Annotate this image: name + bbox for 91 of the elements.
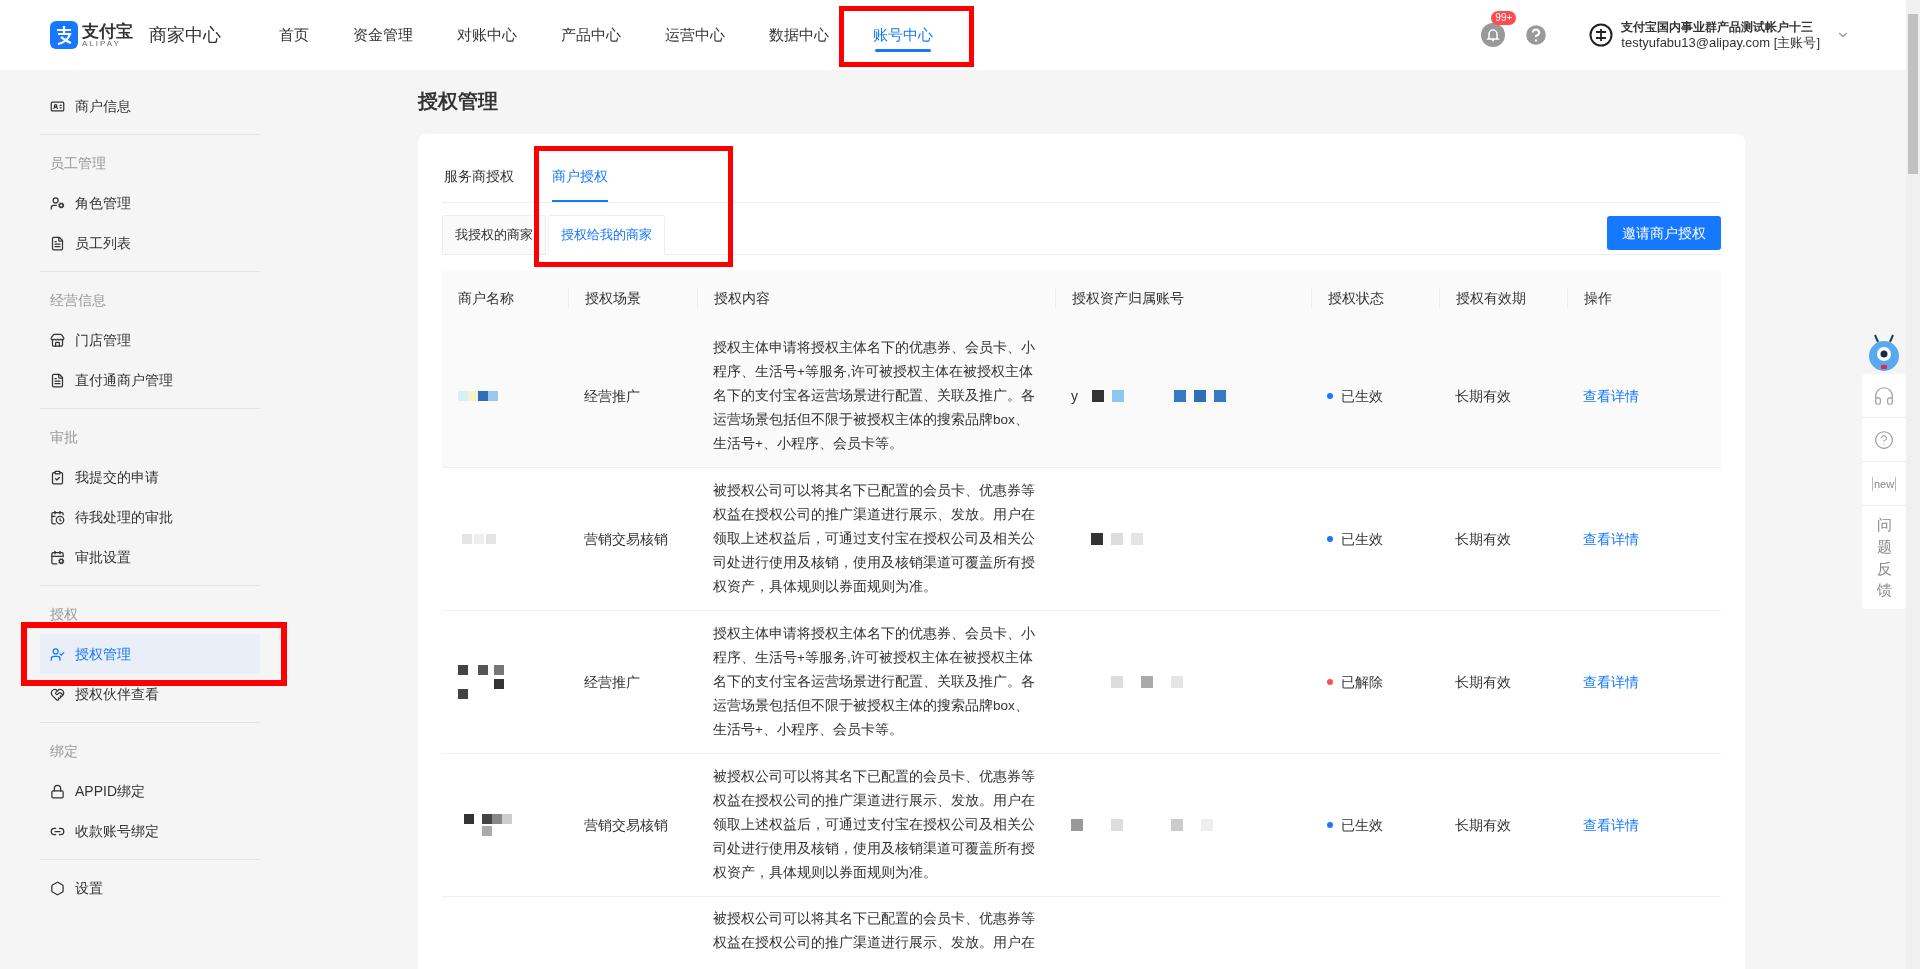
feedback-button[interactable]: 问题反馈 [1876, 506, 1892, 609]
status-text: 已生效 [1341, 529, 1383, 549]
nav-tab[interactable]: 账号中心 [873, 0, 933, 70]
nav-tab[interactable]: 首页 [279, 0, 309, 70]
menu-icon [50, 372, 65, 388]
table-cell-text: 被授权公司可以将其名下已配置的会员卡、优惠券等权益在授权公司的推广渠道进行展示、发放。用户在领取上述权益后，可通过支付宝在授权公司及相关公司处进行使用及核销，使用及核销渠道可覆盖所有授权资产，具体规则以券面规则为准。 [713, 482, 1036, 596]
nav-tab[interactable]: 产品中心 [561, 0, 621, 70]
account-name: 支付宝国内事业群产品测试帐户十三 [1621, 19, 1815, 35]
table-cell-text: 授权主体申请将授权主体名下的优惠券、会员卡、小程序、生活号+等服务,许可被授权主体在被授权主体名下的支付宝各运营场景进行配置、关联及推广。各运营场景包括但不限于被授权主体的搜索品牌box、生活号+、小程序、会员卡等。 [713, 625, 1036, 739]
status-text: 已生效 [1341, 386, 1383, 406]
column-header: 授权状态 [1328, 289, 1384, 306]
help-icon[interactable] [1874, 429, 1894, 450]
sidebar-item[interactable]: 设置 [40, 868, 260, 908]
invite-button[interactable]: 邀请商户授权 [1607, 216, 1721, 250]
table-cell: 长期有效 [1455, 673, 1511, 690]
table-cell: 经营推广 [584, 673, 640, 690]
table-cell: 营销交易核销 [584, 530, 668, 547]
sidebar-section-title: 审批 [49, 427, 79, 447]
tab[interactable]: 商户授权 [552, 150, 608, 202]
sidebar-item[interactable]: 收款账号绑定 [40, 811, 260, 851]
sub-tab[interactable]: 授权给我的商家 [548, 215, 665, 255]
nav-tab[interactable]: 资金管理 [353, 0, 413, 70]
table-cell: 长期有效 [1455, 816, 1511, 833]
table-cell-text: 被授权公司可以将其名下已配置的会员卡、优惠券等权益在授权公司的推广渠道进行展示、发放。用户在 [713, 910, 1036, 952]
sidebar-section-title: 授权 [49, 604, 79, 624]
menu-icon [50, 469, 65, 485]
column-header: 授权有效期 [1456, 289, 1526, 306]
nav-tab[interactable]: 对账中心 [457, 0, 517, 70]
table-cell: 营销交易核销 [584, 816, 668, 833]
pixelated-name [458, 391, 498, 401]
new-features-button[interactable]: new [1871, 476, 1897, 491]
tab[interactable]: 服务商授权 [444, 150, 514, 202]
pixelated-account [1111, 676, 1183, 688]
column-header: 商户名称 [458, 289, 514, 306]
sidebar-item[interactable]: 员工列表 [40, 223, 260, 263]
mascot-icon [1866, 334, 1902, 374]
logo-icon [50, 21, 78, 49]
column-header: 授权场景 [585, 289, 641, 306]
status-text: 已生效 [1341, 815, 1383, 835]
notification-badge: 99+ [1491, 11, 1517, 25]
menu-icon [50, 646, 65, 662]
column-header: 操作 [1584, 289, 1612, 306]
app-title: 商家中心 [149, 23, 221, 47]
pixelated-name [458, 665, 504, 699]
column-header: 授权资产归属账号 [1072, 289, 1184, 306]
avatar-icon [1589, 23, 1614, 47]
menu-icon [50, 880, 65, 896]
account-email: testyufabu13@alipay.com [主账号] [1621, 35, 1820, 51]
sidebar-item[interactable]: 我提交的申请 [40, 457, 260, 497]
support-icon[interactable] [1873, 384, 1895, 407]
detail-link[interactable]: 查看详情 [1583, 673, 1639, 690]
sidebar-item[interactable]: 授权管理 [40, 634, 260, 674]
table-cell: 长期有效 [1455, 387, 1511, 404]
nav-tab[interactable]: 运营中心 [665, 0, 725, 70]
sidebar-item[interactable]: APPID绑定 [40, 771, 260, 811]
sidebar-section-title: 绑定 [49, 741, 79, 761]
status-text: 已解除 [1341, 672, 1383, 692]
sidebar-item[interactable]: 门店管理 [40, 320, 260, 360]
detail-link[interactable]: 查看详情 [1583, 387, 1639, 404]
table-cell: 长期有效 [1455, 530, 1511, 547]
menu-icon [50, 549, 65, 565]
sidebar-item[interactable]: 待我处理的审批 [40, 497, 260, 537]
column-header: 授权内容 [714, 289, 770, 306]
menu-icon [50, 195, 65, 211]
menu-icon [50, 783, 65, 799]
menu-icon [50, 509, 65, 525]
table-cell-text: 被授权公司可以将其名下已配置的会员卡、优惠券等权益在授权公司的推广渠道进行展示、发放。用户在领取上述权益后，可通过支付宝在授权公司及相关公司处进行使用及核销，使用及核销渠道可覆盖所有授权资产，具体规则以券面规则为准。 [713, 768, 1036, 882]
pixelated-account [1091, 533, 1143, 545]
sidebar-item[interactable]: 商户信息 [40, 86, 260, 126]
table-cell: 经营推广 [584, 387, 640, 404]
sidebar-section-title: 员工管理 [49, 153, 107, 173]
detail-link[interactable]: 查看详情 [1583, 816, 1639, 833]
table-cell-text: y [1071, 386, 1078, 406]
sidebar-item[interactable]: 授权伙伴查看 [40, 674, 260, 714]
sidebar-item[interactable]: 审批设置 [40, 537, 260, 577]
logo-subtext: ALIPAY [82, 39, 122, 48]
sub-tab[interactable]: 我授权的商家 [442, 215, 546, 255]
menu-icon [50, 235, 65, 251]
menu-icon [50, 98, 65, 114]
scrollbar[interactable] [1906, 0, 1920, 969]
sidebar-section-title: 经营信息 [49, 290, 107, 310]
sidebar-item[interactable]: 直付通商户管理 [40, 360, 260, 400]
sidebar-item[interactable]: 角色管理 [40, 183, 260, 223]
nav-tab[interactable]: 数据中心 [769, 0, 829, 70]
detail-link[interactable]: 查看详情 [1583, 530, 1639, 547]
notification-icon[interactable] [1481, 23, 1506, 47]
page-title: 授权管理 [418, 89, 498, 114]
logo-text: 支付宝 [82, 22, 133, 40]
menu-icon [50, 332, 65, 348]
menu-icon [50, 686, 65, 702]
table-cell-text: 授权主体申请将授权主体名下的优惠券、会员卡、小程序、生活号+等服务,许可被授权主体在被授权主体名下的支付宝各运营场景进行配置、关联及推广。各运营场景包括但不限于被授权主体的搜索品牌box、生活号+、小程序、会员卡等。 [713, 339, 1036, 453]
